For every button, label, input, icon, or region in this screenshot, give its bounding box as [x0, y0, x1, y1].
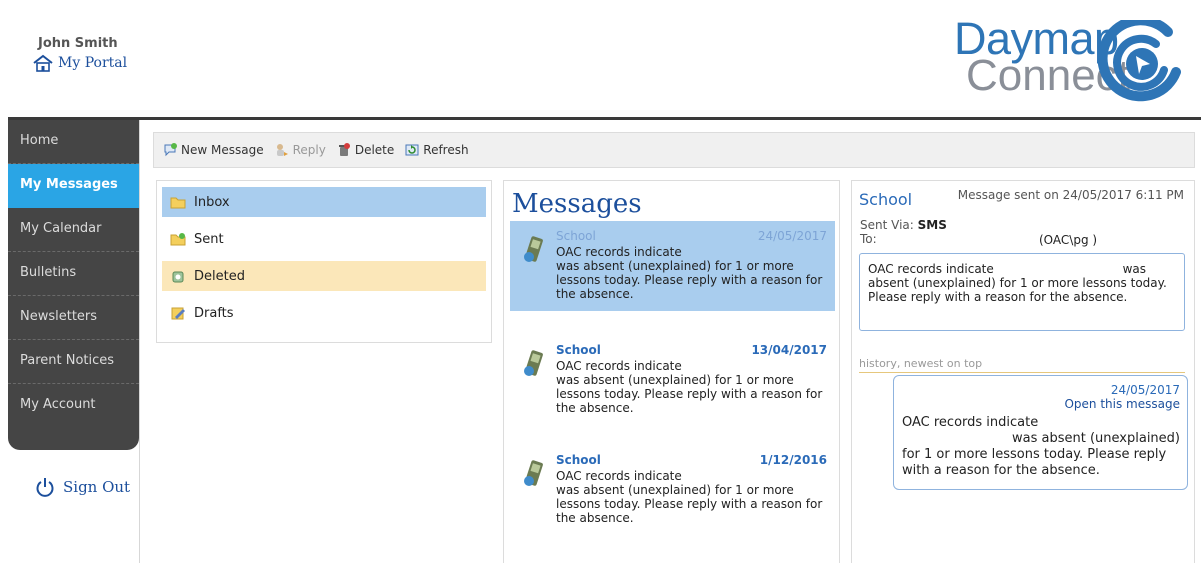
detail-sent-via: Sent Via: SMS — [860, 218, 947, 232]
refresh-label: Refresh — [423, 143, 469, 157]
new-message-icon — [164, 143, 177, 157]
message-preview-text: was absent (unexplained) for 1 or more l… — [556, 483, 823, 525]
deleted-folder-icon — [172, 271, 184, 283]
message-date: 1/12/2016 — [759, 453, 827, 467]
reply-label: Reply — [292, 143, 326, 157]
my-portal-label: My Portal — [58, 55, 128, 71]
history-line2: was absent (unexplained) — [1012, 431, 1180, 446]
message-sender: School — [556, 343, 601, 357]
history-body: OAC records indicate was absent (unexpla… — [902, 415, 1180, 479]
sidebar-divider — [139, 120, 140, 563]
logo-arrow-mark-icon — [1098, 20, 1181, 102]
delete-icon — [338, 143, 350, 156]
sidebar-item-parent-notices[interactable]: Parent Notices — [8, 340, 139, 384]
sidebar-item-my-calendar[interactable]: My Calendar — [8, 208, 139, 252]
delete-label: Delete — [354, 143, 395, 157]
sidebar-item-my-messages[interactable]: My Messages — [8, 164, 139, 208]
folder-inbox[interactable]: Inbox — [162, 187, 486, 217]
folder-label: Deleted — [194, 268, 245, 284]
folder-sent[interactable]: Sent — [162, 224, 486, 254]
user-name: John Smith — [38, 36, 118, 51]
new-message-button[interactable]: New Message — [162, 142, 264, 158]
message-sender: School — [556, 229, 596, 243]
history-label: history, newest on top — [859, 357, 983, 370]
daymap-connect-logo: Daymap Connect — [928, 8, 1184, 108]
sidebar-item-newsletters[interactable]: Newsletters — [8, 296, 139, 340]
history-divider — [859, 372, 1185, 373]
sent-via-label: Sent Via: — [860, 218, 914, 232]
message-sender: School — [556, 453, 601, 467]
sign-out-label: Sign Out — [63, 478, 131, 496]
message-preview-line1: OAC records indicate — [556, 245, 682, 259]
delete-button[interactable]: Delete — [336, 142, 394, 158]
reply-button[interactable]: Reply — [274, 142, 326, 158]
sent-via-value: SMS — [917, 218, 947, 232]
detail-message-body: OAC records indicate was absent (unexpla… — [859, 253, 1185, 331]
history-line3: for 1 or more lessons today. Please repl… — [902, 447, 1167, 478]
refresh-icon — [405, 144, 419, 156]
sms-phone-icon — [524, 350, 543, 376]
detail-body-line1: OAC records indicate — [868, 262, 994, 276]
message-detail-panel: School Message sent on 24/05/2017 6:11 P… — [851, 180, 1195, 563]
message-item[interactable]: School 1/12/2016 OAC records indicate wa… — [510, 445, 835, 535]
message-preview-line1: OAC records indicate — [556, 359, 682, 373]
drafts-folder-icon — [171, 307, 185, 320]
detail-sender: School — [859, 190, 913, 209]
message-preview-text: was absent (unexplained) for 1 or more l… — [556, 259, 823, 301]
user-block: John Smith My Portal — [32, 36, 127, 72]
folder-deleted[interactable]: Deleted — [162, 261, 486, 291]
detail-sent-timestamp: Message sent on 24/05/2017 6:11 PM — [957, 188, 1184, 202]
reply-icon — [276, 144, 288, 156]
history-date: 24/05/2017 — [1110, 383, 1180, 397]
my-portal-link[interactable]: My Portal — [32, 54, 127, 72]
folder-list: Inbox Sent Deleted Drafts — [156, 180, 492, 343]
header-divider — [8, 117, 1201, 120]
sidebar-item-home[interactable]: Home — [8, 120, 139, 164]
sidebar-item-my-account[interactable]: My Account — [8, 384, 139, 428]
detail-to-label: To: — [860, 232, 877, 246]
message-preview-text: was absent (unexplained) for 1 or more l… — [556, 373, 823, 415]
inbox-folder-icon — [170, 197, 186, 209]
message-preview-line1: OAC records indicate — [556, 469, 682, 483]
folder-label: Inbox — [194, 194, 230, 210]
message-item[interactable]: School 13/04/2017 OAC records indicate w… — [510, 335, 835, 425]
sent-folder-icon — [170, 233, 186, 246]
message-item[interactable]: School 24/05/2017 OAC records indicate w… — [510, 221, 835, 311]
messages-panel: Messages School 24/05/2017 OAC records i… — [503, 180, 840, 563]
history-item: 24/05/2017 Open this message OAC records… — [893, 375, 1188, 490]
folder-label: Sent — [194, 231, 224, 247]
history-line1: OAC records indicate — [902, 415, 1039, 430]
open-this-message-link[interactable]: Open this message — [902, 397, 1180, 411]
message-date: 24/05/2017 — [757, 229, 827, 243]
detail-to-value: (OAC\pg ) — [1039, 233, 1098, 247]
messages-title: Messages — [512, 189, 642, 219]
folder-drafts[interactable]: Drafts — [162, 298, 486, 328]
new-message-label: New Message — [181, 143, 264, 157]
sidebar-nav: Home My Messages My Calendar Bulletins N… — [8, 120, 139, 450]
home-icon — [33, 54, 53, 72]
folder-label: Drafts — [194, 305, 234, 321]
message-date: 13/04/2017 — [751, 343, 827, 357]
sms-phone-icon — [524, 236, 543, 262]
sign-out-button[interactable]: Sign Out — [35, 476, 130, 498]
power-icon — [36, 478, 54, 497]
detail-body-text: absent (unexplained) for 1 or more lesso… — [868, 276, 1167, 304]
message-toolbar: New Message Reply Delete Refresh — [153, 132, 1195, 168]
detail-body-was: was — [1122, 262, 1146, 276]
sms-phone-icon — [524, 460, 543, 486]
sidebar-item-bulletins[interactable]: Bulletins — [8, 252, 139, 296]
refresh-button[interactable]: Refresh — [404, 142, 469, 158]
